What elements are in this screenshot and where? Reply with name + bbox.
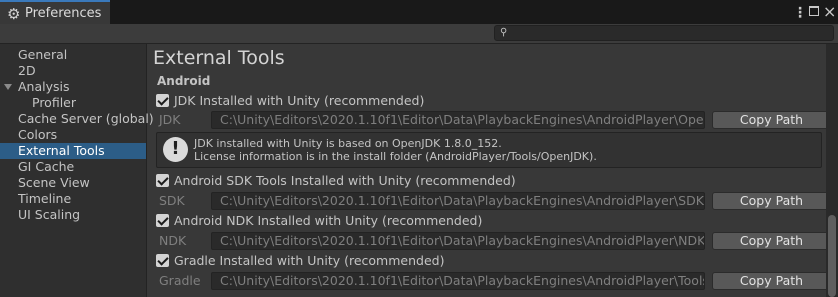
jdk-checkbox[interactable]: [156, 94, 169, 107]
ndk-checkbox[interactable]: [156, 214, 169, 227]
maximize-icon[interactable]: [809, 6, 819, 16]
title-bar: ⚙ Preferences ⋮ ×: [0, 0, 838, 27]
sidebar-item-profiler[interactable]: Profiler: [32, 95, 76, 111]
close-icon[interactable]: ×: [823, 2, 836, 22]
scrollbar-thumb[interactable]: [828, 215, 836, 297]
ndk-path-label: NDK: [159, 233, 187, 248]
window-title: Preferences: [25, 6, 102, 21]
preferences-tab[interactable]: ⚙ Preferences: [0, 0, 110, 27]
sdk-path-row: SDK C:\Unity\Editors\2020.1.10f1\Editor\…: [156, 192, 831, 210]
sidebar: General 2D Analysis Profiler Cache Serve…: [0, 44, 154, 297]
gear-icon: ⚙: [7, 5, 21, 23]
sidebar-item-ui-scaling[interactable]: UI Scaling: [18, 207, 80, 223]
jdk-copy-path-button[interactable]: Copy Path: [712, 111, 831, 129]
gradle-copy-path-button[interactable]: Copy Path: [712, 272, 831, 290]
section-header-android: Android: [157, 74, 211, 88]
kebab-menu-icon[interactable]: ⋮: [793, 3, 807, 23]
ndk-copy-path-button[interactable]: Copy Path: [712, 232, 831, 250]
warning-icon: !: [163, 137, 188, 162]
check-icon: [157, 254, 169, 266]
gradle-path-field[interactable]: C:\Unity\Editors\2020.1.10f1\Editor\Data…: [211, 272, 705, 290]
gradle-path-row: Gradle C:\Unity\Editors\2020.1.10f1\Edit…: [156, 272, 831, 290]
gradle-path-label: Gradle: [159, 273, 201, 288]
info-text-line-1: JDK installed with Unity is based on Ope…: [194, 137, 502, 150]
gradle-checkbox[interactable]: [156, 254, 169, 267]
sidebar-item-cache-server[interactable]: Cache Server (global): [18, 111, 154, 127]
sdk-checkbox[interactable]: [156, 174, 169, 187]
sidebar-item-general[interactable]: General: [18, 47, 67, 63]
sidebar-item-colors[interactable]: Colors: [18, 127, 57, 143]
sdk-path-value: C:\Unity\Editors\2020.1.10f1\Editor\Data…: [220, 193, 704, 208]
info-text-line-2: License information is in the install fo…: [194, 150, 597, 163]
fold-arrow-icon[interactable]: [4, 84, 12, 90]
jdk-path-field[interactable]: C:\Unity\Editors\2020.1.10f1\Editor\Data…: [211, 111, 705, 129]
ndk-path-field[interactable]: C:\Unity\Editors\2020.1.10f1\Editor\Data…: [211, 232, 705, 250]
gradle-checkbox-label: Gradle Installed with Unity (recommended…: [174, 253, 445, 268]
jdk-path-label: JDK: [159, 112, 181, 127]
gradle-path-value: C:\Unity\Editors\2020.1.10f1\Editor\Data…: [220, 273, 705, 288]
jdk-path-row: JDK C:\Unity\Editors\2020.1.10f1\Editor\…: [156, 111, 831, 129]
jdk-path-value: C:\Unity\Editors\2020.1.10f1\Editor\Data…: [220, 112, 705, 127]
sdk-copy-path-button[interactable]: Copy Path: [712, 192, 831, 210]
sidebar-item-gi-cache[interactable]: GI Cache: [18, 159, 74, 175]
search-input[interactable]: ⚲: [494, 25, 834, 41]
check-icon: [157, 94, 169, 106]
jdk-checkbox-label: JDK Installed with Unity (recommended): [174, 93, 425, 108]
check-icon: [157, 174, 169, 186]
jdk-info-box: ! JDK installed with Unity is based on O…: [156, 132, 822, 168]
check-icon: [157, 214, 169, 226]
ndk-checkbox-label: Android NDK Installed with Unity (recomm…: [174, 213, 483, 228]
sdk-path-label: SDK: [159, 193, 185, 208]
sdk-path-field[interactable]: C:\Unity\Editors\2020.1.10f1\Editor\Data…: [211, 192, 705, 210]
ndk-path-value: C:\Unity\Editors\2020.1.10f1\Editor\Data…: [220, 233, 705, 248]
sidebar-item-2d[interactable]: 2D: [18, 63, 36, 79]
sidebar-item-analysis[interactable]: Analysis: [18, 79, 70, 95]
search-icon: ⚲: [500, 27, 508, 38]
main-panel: External Tools Android JDK Installed wit…: [147, 44, 838, 297]
sidebar-item-timeline[interactable]: Timeline: [18, 191, 71, 207]
sdk-checkbox-label: Android SDK Tools Installed with Unity (…: [174, 173, 516, 188]
sidebar-item-scene-view[interactable]: Scene View: [18, 175, 90, 191]
toolbar: ⚲: [0, 24, 838, 44]
sidebar-item-external-tools[interactable]: External Tools: [0, 143, 146, 159]
ndk-path-row: NDK C:\Unity\Editors\2020.1.10f1\Editor\…: [156, 232, 831, 250]
page-title: External Tools: [153, 47, 285, 69]
